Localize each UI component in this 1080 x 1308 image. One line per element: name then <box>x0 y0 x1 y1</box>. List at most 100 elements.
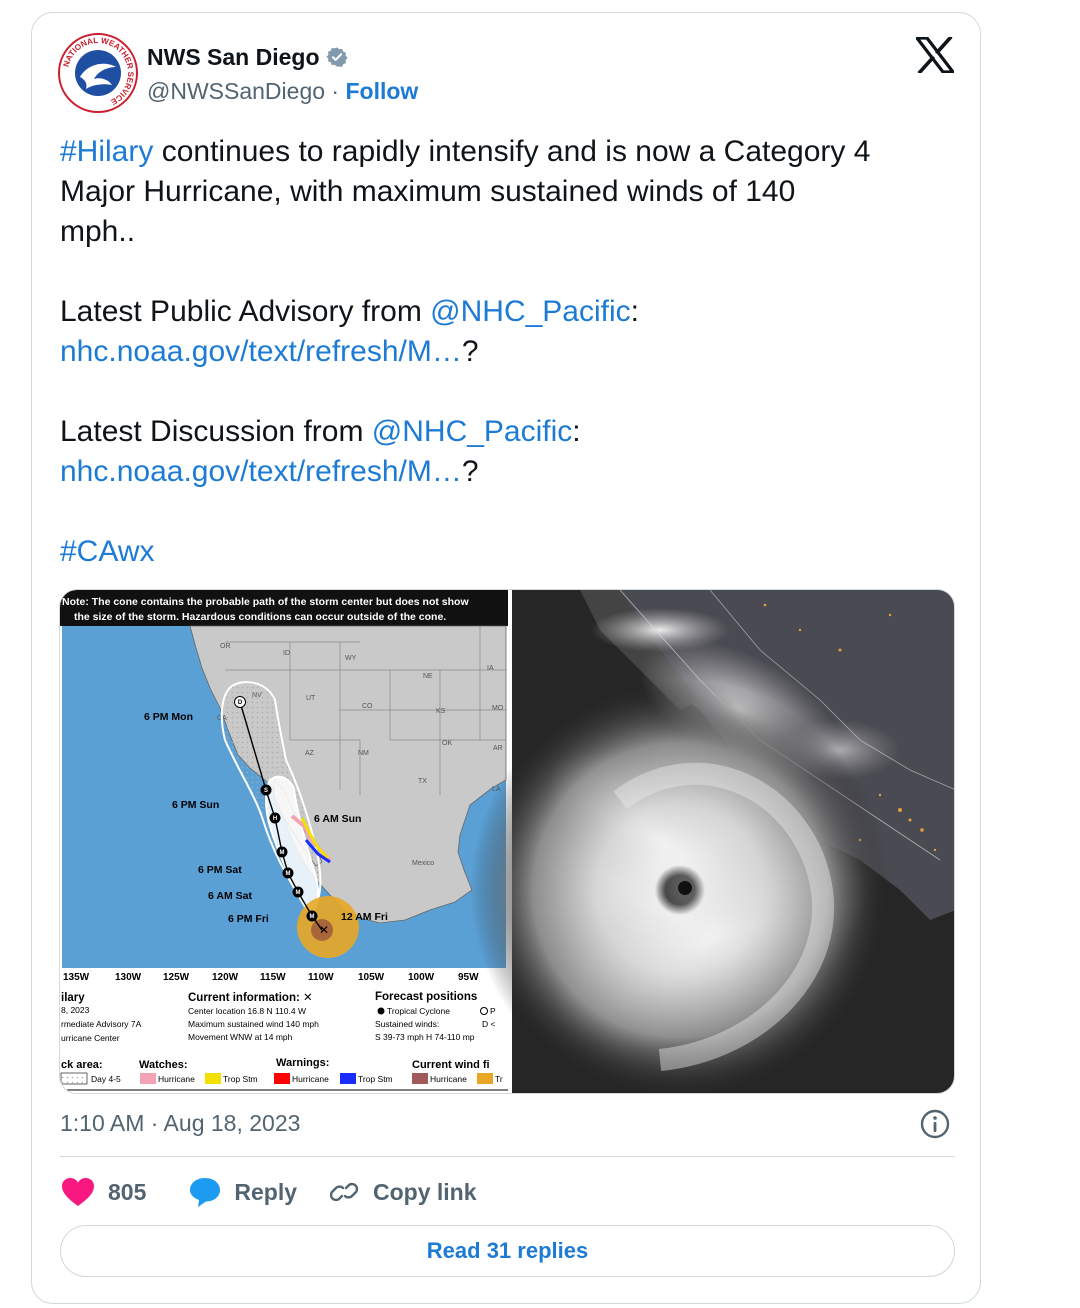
tweet-text-segment: Major Hurricane, with maximum sustained … <box>60 175 796 208</box>
state-label: KS <box>436 708 446 715</box>
svg-text:M: M <box>296 890 301 896</box>
state-label: OK <box>442 740 452 747</box>
reply-bubble-icon <box>190 1178 221 1207</box>
longitude-label: 110W <box>308 972 334 983</box>
svg-text:S: S <box>264 788 268 794</box>
tweet-text: #Hilary continues to rapidly intensify a… <box>60 132 960 572</box>
heart-icon <box>62 1178 94 1206</box>
x-logo-icon[interactable] <box>916 37 954 73</box>
forecast-label: 6 PM Sat <box>198 864 242 876</box>
longitude-label: 105W <box>358 972 385 983</box>
forecast-label: 6 PM Sun <box>172 799 219 811</box>
link-icon <box>329 1182 359 1202</box>
account-handle-row: @NWSSanDiego · Follow <box>147 76 418 106</box>
hashtag-link[interactable]: #CAwx <box>60 535 154 568</box>
legend-watch-item: Trop Stm <box>223 1074 258 1084</box>
legend-watches-title: Watches: <box>139 1059 188 1071</box>
legend-date: 8, 2023 <box>61 1005 90 1015</box>
state-label: MO <box>492 705 504 712</box>
info-icon[interactable] <box>919 1108 951 1140</box>
legend-forecast-extra: P <box>490 1006 496 1016</box>
mention-link[interactable]: @NHC_Pacific <box>372 415 573 448</box>
legend-current-line: Maximum sustained wind 140 mph <box>188 1019 319 1029</box>
like-button[interactable]: 805 <box>60 1176 146 1208</box>
legend-forecast-line: Sustained winds: <box>375 1019 439 1029</box>
tweet-text-line: Major Hurricane, with maximum sustained … <box>60 172 960 212</box>
divider <box>60 1156 955 1157</box>
legend-current-line: Movement WNW at 14 mph <box>188 1032 293 1042</box>
longitude-label: 95W <box>458 972 479 983</box>
tweet-text-segment: Latest Discussion from <box>60 415 372 448</box>
longitude-label: 125W <box>163 972 190 983</box>
longitude-label: 115W <box>260 972 286 983</box>
state-label: AR <box>493 745 503 752</box>
legend-warnings-title: Warnings: <box>276 1057 329 1069</box>
svg-text:M: M <box>310 914 315 920</box>
state-label: TX <box>418 778 427 785</box>
forecast-label: 6 PM Mon <box>144 711 193 723</box>
legend-warning-item: Hurricane <box>292 1074 329 1084</box>
read-replies-button[interactable]: Read 31 replies <box>60 1225 955 1277</box>
nws-logo-avatar[interactable]: NATIONAL WEATHER SERVICE <box>58 33 138 113</box>
svg-text:H: H <box>273 816 277 822</box>
tweet-text-segment: mph.. <box>60 215 136 248</box>
url-link[interactable]: nhc.noaa.gov/text/refresh/M… <box>60 455 462 488</box>
follow-button[interactable]: Follow <box>345 78 418 105</box>
hashtag-link[interactable]: #Hilary <box>60 135 153 168</box>
mention-link[interactable]: @NHC_Pacific <box>430 295 631 328</box>
legend-wind-title: Current wind fi <box>412 1059 490 1071</box>
verified-badge-icon <box>325 47 348 67</box>
account-name-row: NWS San Diego <box>147 40 348 74</box>
state-label: Mexico <box>412 860 434 867</box>
tweet-text-segment: : <box>572 415 581 448</box>
legend-watch-item: Hurricane <box>158 1074 195 1084</box>
tweet-text-segment: : <box>630 295 639 328</box>
reply-label: Reply <box>234 1178 298 1205</box>
tweet-text-line: #CAwx <box>60 532 960 572</box>
tweet-timestamp[interactable]: 1:10 AM · Aug 18, 2023 <box>60 1106 300 1140</box>
longitude-label: 135W <box>63 972 90 983</box>
legend-wind-item: Hurricane <box>430 1074 467 1084</box>
longitude-label: 100W <box>408 972 435 983</box>
tweet-text-segment: ? <box>461 335 479 368</box>
legend-storm-name: ilary <box>61 992 85 1004</box>
state-label: NE <box>423 673 433 680</box>
tweet-text-line: mph.. <box>60 212 960 252</box>
svg-text:M: M <box>280 850 285 856</box>
legend-center: urricane Center <box>61 1033 120 1043</box>
tweet-text-line: nhc.noaa.gov/text/refresh/M…? <box>60 452 960 492</box>
tweet-text-segment: continues to rapidly intensify and is no… <box>153 135 871 168</box>
state-label: OR <box>220 643 231 650</box>
reply-button[interactable]: Reply <box>188 1176 297 1208</box>
tweet-text-segment: ? <box>461 455 479 488</box>
svg-text:✕: ✕ <box>319 923 329 937</box>
legend-advisory: rmediate Advisory 7A <box>61 1019 142 1029</box>
tweet-text-segment: Latest Public Advisory from <box>60 295 431 328</box>
state-label: NM <box>358 750 369 757</box>
svg-text:D: D <box>238 700 243 706</box>
longitude-label: 120W <box>212 972 239 983</box>
tweet-text-line: #Hilary continues to rapidly intensify a… <box>60 132 960 172</box>
url-link[interactable]: nhc.noaa.gov/text/refresh/M… <box>60 335 462 368</box>
account-handle[interactable]: @NWSSanDiego <box>147 78 325 105</box>
account-name[interactable]: NWS San Diego <box>147 44 320 71</box>
copy-link-button[interactable]: Copy link <box>327 1176 477 1208</box>
svg-text:M: M <box>286 871 291 877</box>
forecast-label: 12 AM Fri <box>341 911 388 923</box>
state-label: IA <box>487 665 494 672</box>
legend-warning-item: Trop Stm <box>358 1074 393 1084</box>
satellite-image <box>470 590 954 1093</box>
copy-link-label: Copy link <box>373 1178 477 1205</box>
state-label: CO <box>362 703 373 710</box>
state-label: ID <box>283 650 290 657</box>
forecast-label: 6 AM Sun <box>314 813 361 825</box>
forecast-label: 6 AM Sat <box>208 890 252 902</box>
handle-separator: · <box>325 77 346 104</box>
legend-current-line: Center location 16.8 N 110.4 W <box>188 1006 306 1016</box>
media-grid[interactable]: Note: The cone contains the probable pat… <box>59 589 955 1094</box>
cone-note-line1: Note: The cone contains the probable pat… <box>62 596 469 608</box>
tweet-text-line: Latest Discussion from @NHC_Pacific: <box>60 412 960 452</box>
